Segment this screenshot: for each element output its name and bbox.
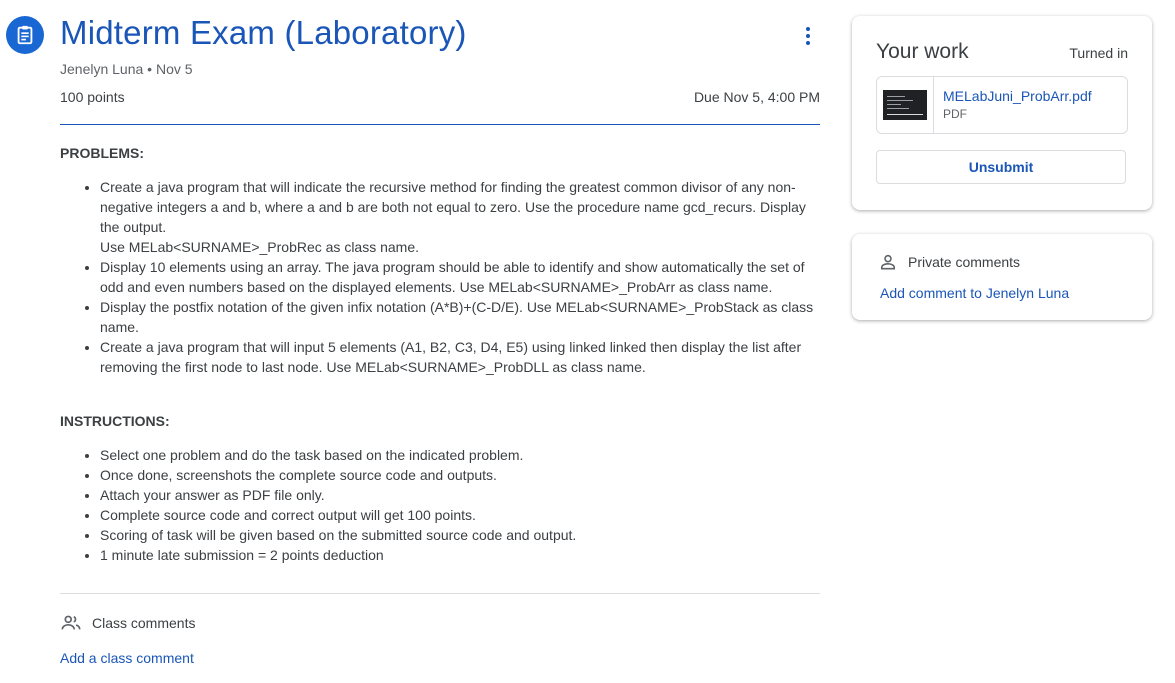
- problems-heading: PROBLEMS:: [60, 145, 144, 161]
- instruction-item: Scoring of task will be given based on t…: [100, 525, 820, 545]
- assignment-page: Midterm Exam (Laboratory) Jenelyn Luna •…: [0, 0, 1175, 683]
- assignment-due-date: Due Nov 5, 4:00 PM: [693, 89, 820, 105]
- problem-class-name: Use MELab<SURNAME>_ProbRec as class name…: [100, 239, 420, 255]
- problem-text: Display 10 elements using an array. The …: [100, 259, 805, 295]
- instruction-item: 1 minute late submission = 2 points dedu…: [100, 545, 820, 565]
- person-icon: [880, 254, 896, 270]
- people-icon: [61, 615, 81, 630]
- private-comments-header: Private comments: [878, 252, 1020, 272]
- attachment-chip[interactable]: MELabJuni_ProbArr.pdf PDF: [876, 76, 1128, 134]
- attachment-name: MELabJuni_ProbArr.pdf: [943, 88, 1092, 104]
- attachment-thumbnail: [877, 77, 934, 133]
- private-comments-card: Private comments Add comment to Jenelyn …: [852, 234, 1152, 320]
- assignment-points: 100 points: [60, 89, 125, 105]
- your-work-card: Your work Turned in MELabJuni_ProbArr.pd…: [852, 16, 1152, 210]
- assignment-title: Midterm Exam (Laboratory): [60, 14, 467, 51]
- unsubmit-button[interactable]: Unsubmit: [876, 150, 1126, 184]
- instruction-item: Once done, screenshots the complete sour…: [100, 465, 820, 485]
- add-class-comment-link[interactable]: Add a class comment: [60, 650, 194, 666]
- problem-text: Create a java program that will input 5 …: [100, 339, 802, 375]
- comments-divider: [60, 593, 820, 594]
- class-comments-label: Class comments: [92, 615, 196, 631]
- more-vert-icon: [806, 27, 810, 45]
- problem-item: Display the postfix notation of the give…: [100, 297, 820, 337]
- problem-item: Create a java program that will indicate…: [100, 177, 820, 257]
- instructions-heading: INSTRUCTIONS:: [60, 413, 170, 429]
- header-divider: [60, 124, 820, 125]
- instruction-item: Attach your answer as PDF file only.: [100, 485, 820, 505]
- problem-item: Display 10 elements using an array. The …: [100, 257, 820, 297]
- attachment-info: MELabJuni_ProbArr.pdf PDF: [934, 77, 1092, 133]
- submission-status: Turned in: [1069, 45, 1128, 61]
- instructions-list: Select one problem and do the task based…: [60, 445, 820, 565]
- assignment-icon: [6, 16, 44, 54]
- assignment-meta: Jenelyn Luna • Nov 5: [60, 61, 193, 77]
- assignment-description: PROBLEMS: Create a java program that wil…: [60, 143, 820, 565]
- more-options-button[interactable]: [796, 24, 820, 48]
- problem-item: Create a java program that will input 5 …: [100, 337, 820, 377]
- class-comments-header: Class comments: [60, 612, 195, 634]
- problems-list: Create a java program that will indicate…: [60, 177, 820, 377]
- attachment-type: PDF: [943, 107, 967, 121]
- problem-text: Display the postfix notation of the give…: [100, 299, 814, 335]
- problem-text: Create a java program that will indicate…: [100, 179, 806, 235]
- instruction-item: Complete source code and correct output …: [100, 505, 820, 525]
- private-comments-label: Private comments: [908, 254, 1021, 270]
- add-private-comment-link[interactable]: Add comment to Jenelyn Luna: [880, 285, 1069, 301]
- clipboard-icon: [17, 25, 33, 45]
- instruction-item: Select one problem and do the task based…: [100, 445, 820, 465]
- your-work-title: Your work: [876, 40, 969, 63]
- pdf-preview-icon: [883, 90, 927, 120]
